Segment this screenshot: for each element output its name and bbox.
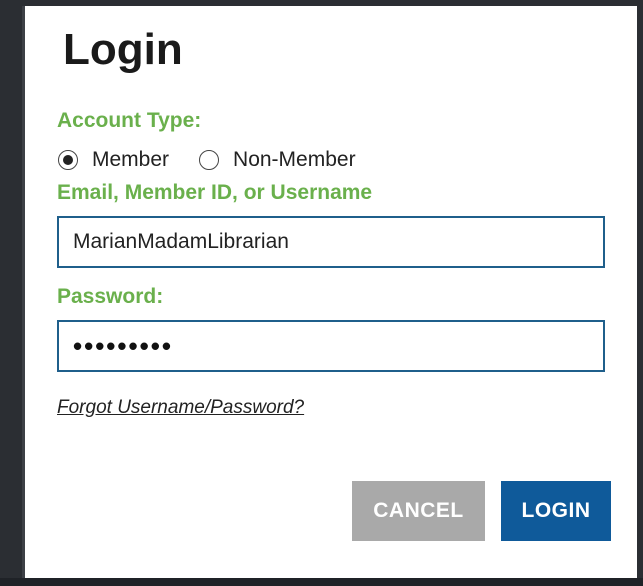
login-dialog: Login Account Type: Member Non-Member Em…: [22, 6, 637, 578]
password-input-value: •••••••••: [73, 330, 173, 361]
username-input-value: MarianMadamLibrarian: [73, 230, 289, 253]
non-member-radio[interactable]: [199, 150, 220, 170]
account-type-radio-group: Member Non-Member: [58, 148, 386, 172]
forgot-username-password-link[interactable]: Forgot Username/Password?: [57, 397, 304, 419]
member-radio-label[interactable]: Member: [92, 148, 169, 172]
password-input[interactable]: •••••••••: [57, 320, 605, 372]
dialog-title: Login: [63, 25, 183, 74]
member-radio[interactable]: [58, 150, 78, 170]
login-button[interactable]: LOGIN: [501, 481, 611, 541]
username-input[interactable]: MarianMadamLibrarian: [57, 216, 605, 268]
background-shade: [0, 578, 643, 586]
radio-selected-dot: [63, 155, 73, 165]
non-member-radio-label[interactable]: Non-Member: [233, 148, 356, 172]
password-label: Password:: [57, 285, 164, 308]
username-label: Email, Member ID, or Username: [57, 181, 373, 204]
account-type-label: Account Type:: [57, 109, 202, 132]
cancel-button[interactable]: CANCEL: [352, 481, 485, 541]
